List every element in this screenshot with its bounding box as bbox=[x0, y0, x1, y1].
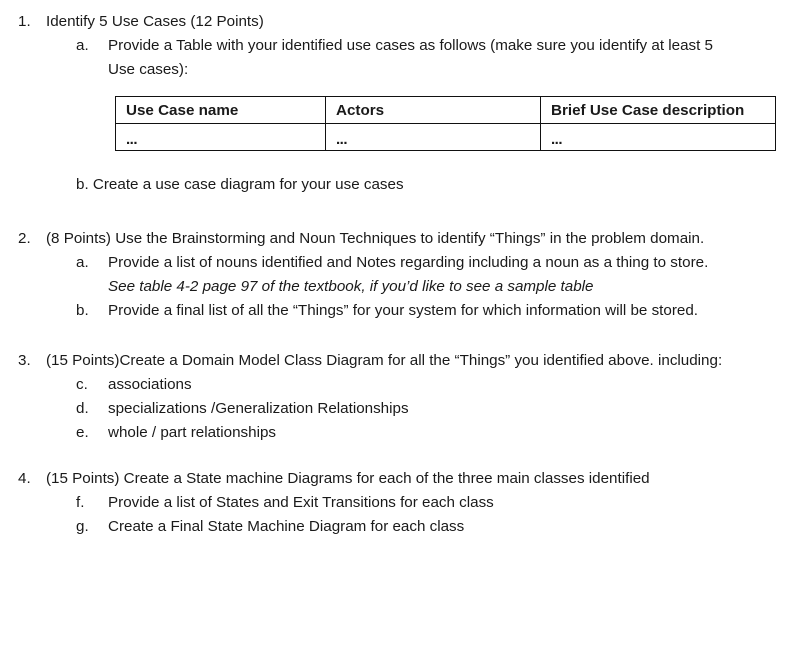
question-4-subitem-f-marker: f. bbox=[76, 494, 85, 511]
spacer-after-table bbox=[0, 163, 790, 173]
question-3-subitem-d: d. specializations /Generalization Relat… bbox=[76, 397, 790, 421]
document-page: 1. Identify 5 Use Cases (12 Points) a. P… bbox=[0, 0, 790, 669]
question-1-text: Identify 5 Use Cases (12 Points) bbox=[46, 13, 264, 30]
question-1-subitem-b-marker: b. bbox=[76, 176, 89, 193]
spacer-q2-q3 bbox=[0, 323, 790, 349]
question-2-subitem-a-text: Provide a list of nouns identified and N… bbox=[108, 254, 709, 271]
table-header-description: Brief Use Case description bbox=[540, 96, 776, 124]
table-cell-actors: ... bbox=[325, 125, 541, 153]
question-3-subitem-d-text: specializations /Generalization Relation… bbox=[108, 400, 409, 417]
question-2-subitem-a-marker: a. bbox=[76, 254, 89, 271]
question-1-subitem-a-text: Provide a Table with your identified use… bbox=[108, 37, 713, 78]
question-3-subitem-c-marker: c. bbox=[76, 376, 88, 393]
question-1-subitem-b: b. Create a use case diagram for your us… bbox=[76, 173, 790, 197]
use-case-table-wrapper: Use Case name Actors Brief Use Case desc… bbox=[115, 96, 776, 153]
question-4-text: (15 Points) Create a State machine Diagr… bbox=[46, 470, 650, 487]
question-1-subitem-b-text: Create a use case diagram for your use c… bbox=[92, 176, 404, 193]
spacer-q3-q4 bbox=[0, 445, 790, 467]
table-cell-use-case-name: ... bbox=[115, 125, 326, 153]
table-header-actors: Actors bbox=[325, 96, 541, 124]
question-1: 1. Identify 5 Use Cases (12 Points) a. P… bbox=[0, 10, 790, 197]
question-4-marker: 4. bbox=[18, 470, 31, 487]
question-2-subitem-b-text: Provide a final list of all the “Things”… bbox=[108, 302, 699, 319]
question-1-subitem-a-marker: a. bbox=[76, 37, 89, 54]
question-3-main-row: 3. (15 Points)Create a Domain Model Clas… bbox=[0, 349, 790, 373]
question-4-subitem-g-text: Create a Final State Machine Diagram for… bbox=[108, 518, 465, 535]
use-case-table: Use Case name Actors Brief Use Case desc… bbox=[115, 96, 776, 153]
question-3-subitem-e: e. whole / part relationships bbox=[76, 421, 790, 445]
question-2-subitem-a: a. Provide a list of nouns identified an… bbox=[76, 251, 790, 299]
question-3-subitem-d-marker: d. bbox=[76, 400, 89, 417]
question-4: 4. (15 Points) Create a State machine Di… bbox=[0, 467, 790, 539]
question-2-subitem-b-marker: b. bbox=[76, 302, 89, 319]
question-4-main-row: 4. (15 Points) Create a State machine Di… bbox=[0, 467, 790, 491]
question-2: 2. (8 Points) Use the Brainstorming and … bbox=[0, 227, 790, 323]
question-3: 3. (15 Points)Create a Domain Model Clas… bbox=[0, 349, 790, 445]
table-header-use-case-name: Use Case name bbox=[115, 96, 326, 124]
question-4-subitem-g: g. Create a Final State Machine Diagram … bbox=[76, 515, 790, 539]
question-2-subitem-b: b. Provide a final list of all the “Thin… bbox=[76, 299, 790, 323]
spacer-q1-q2 bbox=[0, 197, 790, 227]
question-1-main-row: 1. Identify 5 Use Cases (12 Points) bbox=[0, 10, 790, 34]
question-2-text: (8 Points) Use the Brainstorming and Nou… bbox=[46, 230, 705, 247]
question-4-subitem-f: f. Provide a list of States and Exit Tra… bbox=[76, 491, 790, 515]
question-3-subitem-c-text: associations bbox=[108, 376, 192, 393]
question-2-main-row: 2. (8 Points) Use the Brainstorming and … bbox=[0, 227, 790, 251]
table-header-row: Use Case name Actors Brief Use Case desc… bbox=[115, 96, 776, 124]
table-cell-description: ... bbox=[540, 125, 776, 153]
question-4-subitem-g-marker: g. bbox=[76, 518, 89, 535]
question-4-subitem-f-text: Provide a list of States and Exit Transi… bbox=[108, 494, 494, 511]
question-3-subitem-e-marker: e. bbox=[76, 424, 89, 441]
question-1-subitem-a: a. Provide a Table with your identified … bbox=[76, 34, 790, 82]
question-2-marker: 2. bbox=[18, 230, 31, 247]
question-3-text: (15 Points)Create a Domain Model Class D… bbox=[46, 352, 723, 369]
question-2-subitem-a-note: See table 4-2 page 97 of the textbook, i… bbox=[108, 278, 594, 295]
question-3-subitem-c: c. associations bbox=[76, 373, 790, 397]
question-3-marker: 3. bbox=[18, 352, 31, 369]
top-spacer bbox=[0, 0, 790, 10]
question-2-subitem-a-body: Provide a list of nouns identified and N… bbox=[108, 251, 765, 299]
table-row: ... ... ... bbox=[115, 124, 776, 153]
question-1-marker: 1. bbox=[18, 13, 31, 30]
question-3-subitem-e-text: whole / part relationships bbox=[108, 424, 276, 441]
